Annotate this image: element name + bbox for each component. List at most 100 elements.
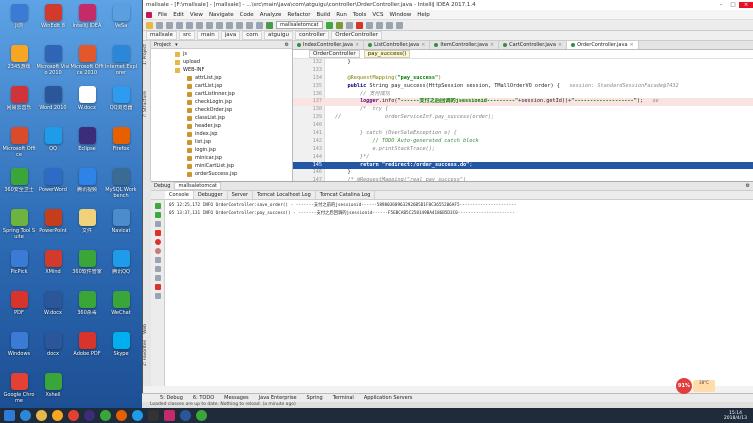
settings-icon[interactable] [154, 266, 161, 272]
pin-icon[interactable] [154, 275, 161, 281]
menu-analyze[interactable]: Analyze [260, 12, 282, 18]
open-folder-icon[interactable] [146, 21, 153, 29]
code-line[interactable]: 146 } [293, 169, 753, 177]
desktop-shortcut[interactable]: PDF [2, 291, 36, 325]
taskbar-wechat-icon[interactable] [196, 410, 207, 421]
run-icon[interactable] [325, 21, 333, 29]
save-icon[interactable] [156, 21, 163, 29]
nav-crumb[interactable]: controller [295, 31, 330, 40]
desktop-shortcut[interactable]: 360软件管家 [70, 250, 104, 284]
code-line[interactable]: 138 /* try { [293, 106, 753, 114]
tree-node[interactable]: cartListInner.jsp [151, 90, 292, 98]
nav-crumb[interactable]: mallsale [146, 31, 177, 40]
menu-run[interactable]: Run [336, 12, 347, 18]
desktop-shortcut[interactable]: Navicat [104, 209, 138, 243]
editor-tab[interactable]: ItemController.java × [430, 41, 500, 49]
desktop-shortcut[interactable]: W.docx [70, 86, 104, 120]
nav-crumb[interactable]: src [178, 31, 195, 40]
find-icon[interactable] [226, 21, 233, 29]
tree-node[interactable]: orderSuccess.jsp [151, 170, 292, 178]
taskbar-qq-icon[interactable] [132, 410, 143, 421]
tool-window-tab[interactable]: 5: Debug [160, 395, 183, 401]
breadcrumb-method[interactable]: pay_success() [363, 50, 411, 58]
update-icon[interactable] [365, 21, 373, 29]
desktop-shortcut[interactable]: XMind [36, 250, 70, 284]
taskbar-clock[interactable]: 15:14 2018/4/13 [724, 411, 747, 421]
tree-node[interactable]: login.jsp [151, 146, 292, 154]
tree-node[interactable]: attrList.jsp [151, 74, 292, 82]
tree-node[interactable]: cartList.jsp [151, 82, 292, 90]
menu-view[interactable]: View [190, 12, 203, 18]
close-button[interactable]: × [739, 2, 753, 8]
taskbar-intellij-icon[interactable] [164, 410, 175, 421]
undo-icon[interactable] [176, 21, 183, 29]
tree-node[interactable]: checkLogin.jsp [151, 98, 292, 106]
copy-icon[interactable] [206, 21, 213, 29]
close-icon[interactable]: × [355, 41, 359, 49]
menu-file[interactable]: File [158, 12, 167, 18]
debug-tab[interactable]: Debugger [194, 191, 228, 199]
redo-icon[interactable] [186, 21, 193, 29]
cpu-gauge[interactable]: 91% [676, 378, 692, 394]
desktop-shortcut[interactable]: 网易云音乐 [2, 86, 36, 120]
mute-breakpoints-icon[interactable] [154, 248, 161, 254]
desktop-shortcut[interactable]: Internet Explorer [104, 45, 138, 79]
desktop-shortcut[interactable]: Skype [104, 332, 138, 366]
desktop-shortcut[interactable]: PicPick [2, 250, 36, 284]
desktop-shortcut[interactable]: 腾讯视频 [70, 168, 104, 202]
coverage-icon[interactable] [345, 21, 353, 29]
debug-icon[interactable] [335, 21, 343, 29]
view-breakpoints-icon[interactable] [154, 239, 161, 245]
taskbar-chrome-icon[interactable] [68, 410, 79, 421]
desktop-shortcut[interactable]: W.docx [36, 291, 70, 325]
desktop-shortcut[interactable]: docx [36, 332, 70, 366]
desktop-shortcut[interactable]: 腾讯QQ [104, 250, 138, 284]
tool-window-tab[interactable]: Application Servers [364, 395, 413, 401]
menu-edit[interactable]: Edit [173, 12, 184, 18]
editor-tab[interactable]: CartController.java × [499, 41, 568, 49]
code-line[interactable]: 135 public String pay_success(HttpSessio… [293, 83, 753, 91]
tool-tab-favorites[interactable]: 2: Favorites [143, 337, 148, 369]
tool-window-tab[interactable]: Messages [224, 395, 249, 401]
tool-window-tab[interactable]: Spring [307, 395, 323, 401]
desktop-shortcut[interactable]: QQ浏览器 [104, 86, 138, 120]
tree-node[interactable]: upload [151, 58, 292, 66]
tool-window-tab[interactable]: Terminal [333, 395, 354, 401]
breadcrumb-class[interactable]: OrderController [309, 50, 360, 58]
replace-icon[interactable] [236, 21, 243, 29]
desktop-shortcut[interactable]: Firefox [104, 127, 138, 161]
tool-tab-project[interactable]: 1: Project [143, 41, 148, 68]
taskbar-360-icon[interactable] [100, 410, 111, 421]
tree-node[interactable]: minicar.jsp [151, 154, 292, 162]
code-line[interactable]: 143 e.printStackTrace(); [293, 146, 753, 154]
debug-tab[interactable]: Tomcat Localhost Log [253, 191, 316, 199]
desktop-shortcut[interactable]: 360杀毒 [70, 291, 104, 325]
desktop-shortcut[interactable]: Spring Tool Suite [2, 209, 36, 243]
tool-window-tab[interactable]: 6: TODO [193, 395, 214, 401]
menu-vcs[interactable]: VCS [372, 12, 383, 18]
resume-icon[interactable] [154, 212, 161, 218]
tree-node[interactable]: header.jsp [151, 122, 292, 130]
code-line[interactable]: 133 [293, 67, 753, 75]
tool-tab-structure[interactable]: 7: Structure [143, 88, 148, 121]
desktop-shortcut[interactable]: WeChat [104, 291, 138, 325]
back-icon[interactable] [246, 21, 253, 29]
tree-node[interactable]: checkOrder.jsp [151, 106, 292, 114]
desktop-shortcut[interactable]: QQ [36, 127, 70, 161]
desktop-shortcut[interactable]: Microsoft Visio 2010 [36, 45, 70, 79]
taskbar-ie-icon[interactable] [20, 410, 31, 421]
code-line[interactable]: 132 } [293, 59, 753, 67]
desktop-shortcut[interactable]: PowerWord [36, 168, 70, 202]
code-line[interactable]: 140 [293, 122, 753, 130]
nav-crumb[interactable]: OrderController [331, 31, 382, 40]
cut-icon[interactable] [196, 21, 203, 29]
help-icon[interactable] [395, 21, 403, 29]
code-line[interactable]: 134 @RequestMapping("pay_success") [293, 75, 753, 83]
desktop-shortcut[interactable]: Ji浏 [2, 4, 36, 38]
tool-tab-web[interactable]: Web [143, 321, 148, 337]
code-line[interactable]: 142 // TODO Auto-generated catch block [293, 138, 753, 146]
desktop-shortcut[interactable]: VeSa [104, 4, 138, 38]
desktop-shortcut[interactable]: Xshell [36, 373, 70, 407]
tree-node[interactable]: js [151, 50, 292, 58]
close-icon[interactable]: × [558, 41, 562, 49]
